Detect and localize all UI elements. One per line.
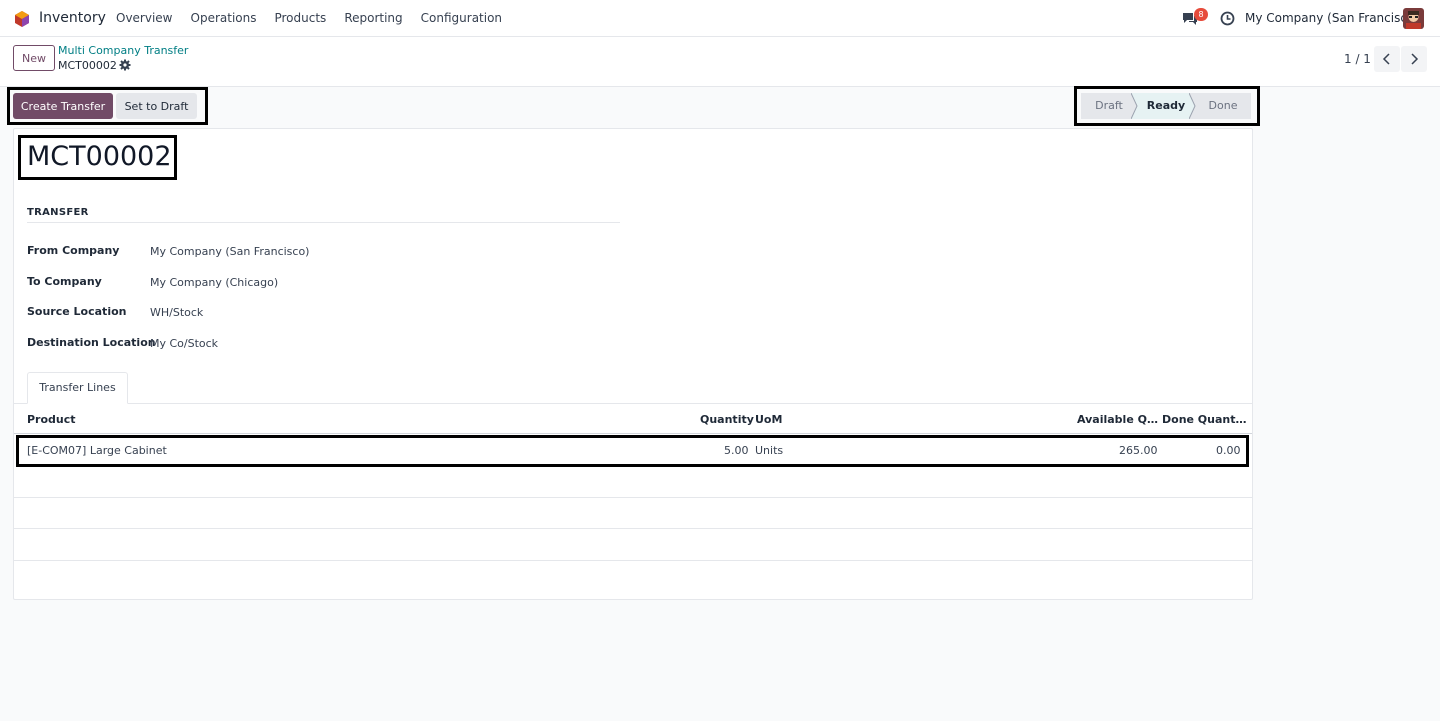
- menu-products[interactable]: Products: [274, 11, 326, 25]
- menu-overview[interactable]: Overview: [116, 11, 173, 25]
- cell-product[interactable]: [E-COM07] Large Cabinet: [27, 444, 167, 457]
- cell-done[interactable]: 0.00: [1216, 444, 1241, 457]
- status-separator: [1189, 93, 1201, 119]
- app-name[interactable]: Inventory: [39, 10, 106, 26]
- gear-icon[interactable]: [119, 59, 131, 71]
- create-transfer-button[interactable]: Create Transfer: [13, 93, 113, 119]
- status-ready[interactable]: Ready: [1137, 93, 1195, 119]
- inventory-app-icon[interactable]: [13, 10, 31, 28]
- label-from-company: From Company: [27, 244, 120, 257]
- chevron-left-icon: [1382, 53, 1390, 65]
- company-switcher[interactable]: My Company (San Francisco): [1245, 11, 1419, 25]
- row-divider: [14, 560, 1252, 561]
- breadcrumb-parent[interactable]: Multi Company Transfer: [58, 44, 188, 57]
- pager-value: 1 / 1: [1344, 52, 1371, 66]
- tab-transfer-lines[interactable]: Transfer Lines: [27, 372, 128, 404]
- column-done-quantity[interactable]: Done Quant…: [1162, 413, 1247, 426]
- group-title: TRANSFER: [27, 207, 89, 218]
- cell-uom[interactable]: Units: [755, 444, 783, 457]
- set-to-draft-button[interactable]: Set to Draft: [116, 93, 197, 119]
- form-sheet: [13, 128, 1253, 600]
- field-source-location[interactable]: WH/Stock: [150, 306, 203, 319]
- field-from-company[interactable]: My Company (San Francisco): [150, 245, 309, 258]
- status-draft[interactable]: Draft: [1081, 93, 1137, 119]
- breadcrumb-current: MCT00002: [58, 59, 117, 72]
- label-to-company: To Company: [27, 275, 102, 288]
- cell-quantity[interactable]: 5.00: [724, 444, 749, 457]
- clock-icon[interactable]: [1220, 11, 1235, 26]
- user-avatar[interactable]: [1403, 8, 1424, 29]
- chevron-right-icon: [1411, 53, 1419, 65]
- control-panel: New Multi Company Transfer MCT00002 1 / …: [0, 37, 1440, 87]
- column-product[interactable]: Product: [27, 413, 76, 426]
- top-navbar: Inventory Overview Operations Products R…: [0, 0, 1440, 37]
- status-bar: Draft Ready Done: [1081, 93, 1251, 119]
- pager-next-button[interactable]: [1401, 46, 1427, 72]
- record-title: MCT00002: [27, 141, 172, 172]
- new-button[interactable]: New: [13, 45, 55, 71]
- main-menu: Overview Operations Products Reporting C…: [116, 11, 520, 25]
- column-uom[interactable]: UoM: [755, 413, 782, 426]
- menu-operations[interactable]: Operations: [191, 11, 257, 25]
- status-done[interactable]: Done: [1195, 93, 1251, 119]
- tab-bar: [14, 403, 1252, 404]
- status-separator: [1131, 93, 1143, 119]
- pager-previous-button[interactable]: [1374, 46, 1400, 72]
- column-available-quantity[interactable]: Available Q…: [1077, 413, 1158, 426]
- cell-available: 265.00: [1119, 444, 1158, 457]
- messages-badge: 8: [1194, 8, 1208, 21]
- column-quantity[interactable]: Quantity: [700, 413, 754, 426]
- menu-configuration[interactable]: Configuration: [421, 11, 502, 25]
- row-divider: [14, 528, 1252, 529]
- menu-reporting[interactable]: Reporting: [344, 11, 402, 25]
- group-divider: [27, 222, 620, 223]
- row-divider: [14, 497, 1252, 498]
- field-destination-location[interactable]: My Co/Stock: [150, 337, 218, 350]
- field-to-company[interactable]: My Company (Chicago): [150, 276, 278, 289]
- label-source-location: Source Location: [27, 305, 127, 318]
- table-header-divider: [14, 433, 1252, 434]
- label-destination-location: Destination Location: [27, 336, 156, 349]
